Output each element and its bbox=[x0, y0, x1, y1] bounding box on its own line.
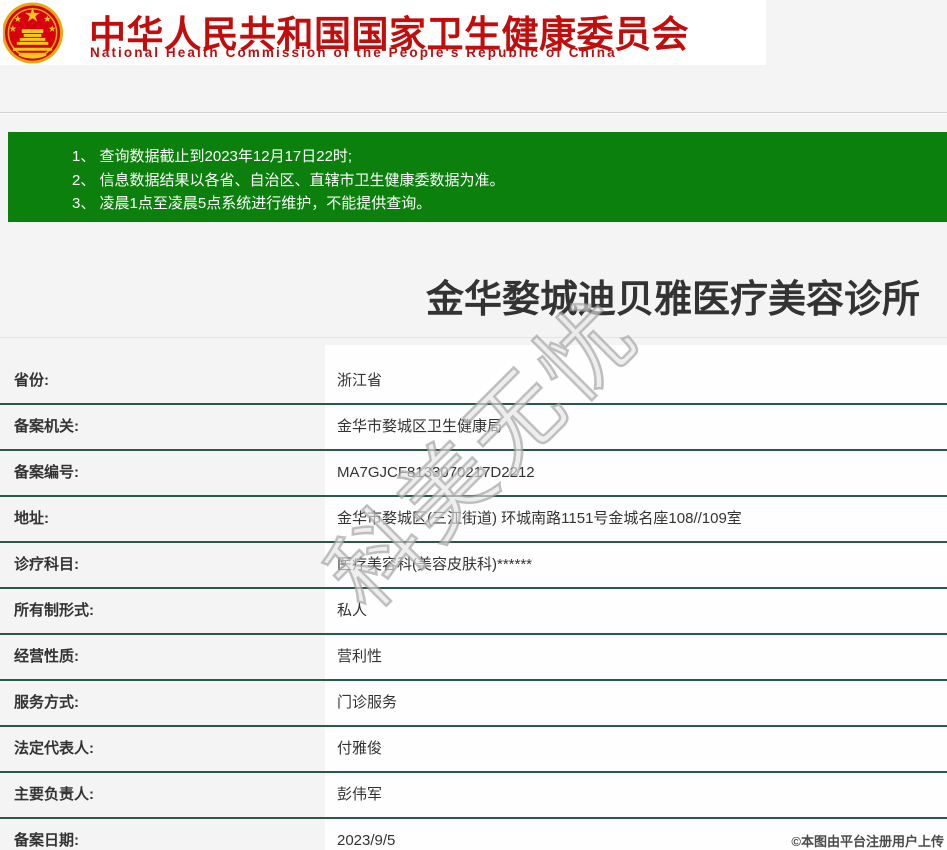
nhc-record-page: 中华人民共和国国家卫生健康委员会 National Health Commiss… bbox=[0, 0, 947, 850]
notice-line-3: 3、 凌晨1点至凌晨5点系统进行维护，不能提供查询。 bbox=[72, 192, 935, 216]
field-label: 地址: bbox=[14, 497, 314, 541]
china-national-emblem-icon bbox=[3, 1, 66, 65]
table-row: 诊疗科目: 医疗美容科(美容皮肤科)****** bbox=[0, 543, 947, 589]
table-row: 服务方式: 门诊服务 bbox=[0, 681, 947, 727]
field-value: 浙江省 bbox=[337, 359, 937, 403]
table-row: 省份: 浙江省 bbox=[0, 359, 947, 405]
field-value: 营利性 bbox=[337, 635, 937, 679]
field-label: 法定代表人: bbox=[14, 727, 314, 771]
field-label: 服务方式: bbox=[14, 681, 314, 725]
field-value: MA7GJCF8133070217D2212 bbox=[337, 451, 937, 495]
record-table: 省份: 浙江省 备案机关: 金华市婺城区卫生健康局 备案编号: MA7GJCF8… bbox=[0, 359, 947, 850]
field-value: 彭伟军 bbox=[337, 773, 937, 817]
field-label: 备案编号: bbox=[14, 451, 314, 495]
field-label: 所有制形式: bbox=[14, 589, 314, 633]
field-label: 备案日期: bbox=[14, 819, 314, 850]
table-row: 经营性质: 营利性 bbox=[0, 635, 947, 681]
notice-banner: 1、 查询数据截止到2023年12月17日22时; 2、 信息数据结果以各省、自… bbox=[8, 132, 947, 222]
notice-line-2: 2、 信息数据结果以各省、自治区、直辖市卫生健康委数据为准。 bbox=[72, 169, 935, 193]
site-header: 中华人民共和国国家卫生健康委员会 National Health Commiss… bbox=[0, 0, 766, 65]
notice-line-1: 1、 查询数据截止到2023年12月17日22时; bbox=[72, 145, 935, 169]
field-value: 付雅俊 bbox=[337, 727, 937, 771]
site-title-en: National Health Commission of the People… bbox=[90, 45, 617, 60]
header-divider bbox=[0, 112, 947, 114]
table-row: 法定代表人: 付雅俊 bbox=[0, 727, 947, 773]
field-label: 省份: bbox=[14, 359, 314, 403]
field-value: 门诊服务 bbox=[337, 681, 937, 725]
field-label: 主要负责人: bbox=[14, 773, 314, 817]
field-value: 私人 bbox=[337, 589, 937, 633]
upload-credit-badge: ©本图由平台注册用户上传 bbox=[791, 831, 944, 850]
field-label: 备案机关: bbox=[14, 405, 314, 449]
table-row: 所有制形式: 私人 bbox=[0, 589, 947, 635]
table-row: 地址: 金华市婺城区(三江街道) 环城南路1151号金城名座108//109室 bbox=[0, 497, 947, 543]
field-label: 诊疗科目: bbox=[14, 543, 314, 587]
table-row: 备案编号: MA7GJCF8133070217D2212 bbox=[0, 451, 947, 497]
field-value: 医疗美容科(美容皮肤科)****** bbox=[337, 543, 937, 587]
institution-title: 金华婺城迪贝雅医疗美容诊所 bbox=[0, 268, 920, 323]
table-row: 主要负责人: 彭伟军 bbox=[0, 773, 947, 819]
field-label: 经营性质: bbox=[14, 635, 314, 679]
title-divider bbox=[0, 337, 947, 338]
field-value: 金华市婺城区卫生健康局 bbox=[337, 405, 937, 449]
field-value: 金华市婺城区(三江街道) 环城南路1151号金城名座108//109室 bbox=[337, 497, 937, 541]
table-row: 备案机关: 金华市婺城区卫生健康局 bbox=[0, 405, 947, 451]
